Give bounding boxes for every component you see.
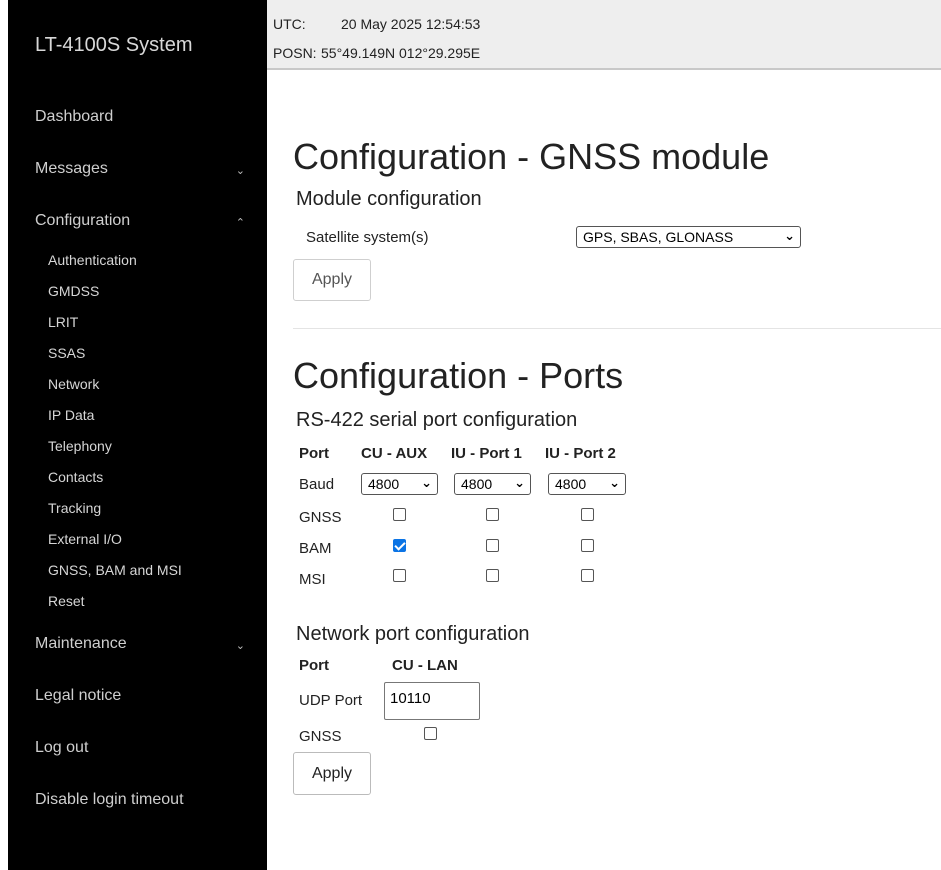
checkbox-bam-cu-aux[interactable] — [393, 539, 406, 552]
baud-label: Baud — [299, 476, 335, 493]
nav-configuration-label: Configuration — [35, 212, 131, 229]
baud-value: 4800 — [461, 476, 493, 492]
chevron-down-icon: ⌄ — [609, 475, 620, 490]
gnss-apply-button[interactable]: Apply — [293, 259, 371, 301]
nav-messages[interactable]: Messages ⌄ — [35, 160, 245, 178]
sidebar-item-contacts[interactable]: Contacts — [48, 469, 103, 485]
sidebar-item-network[interactable]: Network — [48, 376, 99, 392]
position-row: POSN: 55°49.149N 012°29.295E — [273, 45, 480, 61]
network-header-cu-lan: CU - LAN — [392, 657, 458, 674]
ports-apply-button[interactable]: Apply — [293, 752, 371, 795]
sidebar-item-gnss-bam-msi[interactable]: GNSS, BAM and MSI — [48, 562, 182, 578]
sidebar-item-gmdss[interactable]: GMDSS — [48, 283, 99, 299]
window-edge — [0, 0, 8, 870]
checkbox-bam-iu-port-2[interactable] — [581, 539, 594, 552]
sidebar-item-external-io[interactable]: External I/O — [48, 531, 122, 547]
serial-subtitle: RS-422 serial port configuration — [296, 409, 578, 431]
posn-value: 55°49.149N 012°29.295E — [321, 45, 481, 61]
posn-label: POSN: — [273, 45, 317, 61]
chevron-down-icon: ⌄ — [514, 475, 525, 490]
nav-legal-notice-label: Legal notice — [35, 687, 122, 704]
nav-log-out[interactable]: Log out — [35, 739, 245, 757]
chevron-down-icon: ⌄ — [421, 475, 432, 490]
baud-value: 4800 — [555, 476, 587, 492]
sidebar-item-telephony[interactable]: Telephony — [48, 438, 112, 454]
baud-select-cu-aux[interactable]: 4800 ⌄ — [361, 473, 438, 495]
nav-disable-login-timeout[interactable]: Disable login timeout — [35, 791, 245, 809]
utc-label: UTC: — [273, 16, 306, 32]
row-label-bam: BAM — [299, 540, 332, 557]
checkbox-msi-iu-port-2[interactable] — [581, 569, 594, 582]
satellite-select[interactable]: GPS, SBAS, GLONASS ⌄ — [576, 226, 801, 248]
nav-legal-notice[interactable]: Legal notice — [35, 687, 245, 705]
sidebar-item-ssas[interactable]: SSAS — [48, 345, 85, 361]
baud-select-iu-port-1[interactable]: 4800 ⌄ — [454, 473, 531, 495]
app-title: LT-4100S System — [35, 34, 193, 56]
chevron-down-icon: ⌄ — [784, 228, 795, 243]
section-divider — [293, 328, 941, 329]
chevron-up-icon: ⌃ — [235, 217, 245, 229]
serial-header-cu-aux: CU - AUX — [361, 445, 428, 462]
serial-header-iu-port-1: IU - Port 1 — [451, 445, 522, 462]
sidebar: LT-4100S System Dashboard Messages ⌄ Con… — [8, 0, 267, 870]
row-label-gnss: GNSS — [299, 509, 342, 526]
nav-dashboard-label: Dashboard — [35, 108, 114, 125]
row-label-msi: MSI — [299, 571, 326, 588]
gnss-title: Configuration - GNSS module — [293, 136, 770, 177]
chevron-down-icon: ⌄ — [235, 640, 245, 652]
nav-log-out-label: Log out — [35, 739, 89, 756]
checkbox-gnss-cu-aux[interactable] — [393, 508, 406, 521]
nav-messages-label: Messages — [35, 160, 108, 177]
chevron-down-icon: ⌄ — [235, 165, 245, 177]
nav-disable-login-timeout-label: Disable login timeout — [35, 791, 184, 808]
checkbox-gnss-iu-port-2[interactable] — [581, 508, 594, 521]
satellite-select-value: GPS, SBAS, GLONASS — [583, 229, 734, 245]
baud-select-iu-port-2[interactable]: 4800 ⌄ — [548, 473, 626, 495]
baud-value: 4800 — [368, 476, 400, 492]
status-bar: UTC: 20 May 2025 12:54:53 POSN: 55°49.149N… — [267, 0, 941, 70]
checkbox-msi-cu-aux[interactable] — [393, 569, 406, 582]
network-header-port: Port — [299, 657, 329, 674]
ports-title: Configuration - Ports — [293, 355, 624, 396]
nav-dashboard[interactable]: Dashboard — [35, 108, 245, 126]
checkbox-msi-iu-port-1[interactable] — [486, 569, 499, 582]
utc-value: 20 May 2025 12:54:53 — [341, 16, 481, 32]
nav-maintenance[interactable]: Maintenance ⌄ — [35, 635, 245, 653]
sidebar-item-ip-data[interactable]: IP Data — [48, 407, 94, 423]
udp-port-label: UDP Port — [299, 692, 363, 709]
main-content: Configuration - GNSS module Module confi… — [267, 72, 941, 870]
satellite-label: Satellite system(s) — [306, 229, 429, 246]
serial-header-iu-port-2: IU - Port 2 — [545, 445, 616, 462]
network-subtitle: Network port configuration — [296, 623, 530, 645]
serial-header-port: Port — [299, 445, 329, 462]
nav-configuration[interactable]: Configuration ⌃ — [35, 212, 245, 230]
checkbox-network-gnss[interactable] — [424, 727, 437, 740]
nav-maintenance-label: Maintenance — [35, 635, 127, 652]
utc-row: UTC: 20 May 2025 12:54:53 — [273, 16, 480, 32]
sidebar-item-tracking[interactable]: Tracking — [48, 500, 101, 516]
udp-port-input[interactable]: 10110 — [384, 682, 480, 720]
sidebar-item-reset[interactable]: Reset — [48, 593, 85, 609]
checkbox-bam-iu-port-1[interactable] — [486, 539, 499, 552]
sidebar-item-lrit[interactable]: LRIT — [48, 314, 78, 330]
gnss-subtitle: Module configuration — [296, 188, 482, 210]
sidebar-item-authentication[interactable]: Authentication — [48, 252, 137, 268]
checkbox-gnss-iu-port-1[interactable] — [486, 508, 499, 521]
network-gnss-label: GNSS — [299, 728, 342, 745]
